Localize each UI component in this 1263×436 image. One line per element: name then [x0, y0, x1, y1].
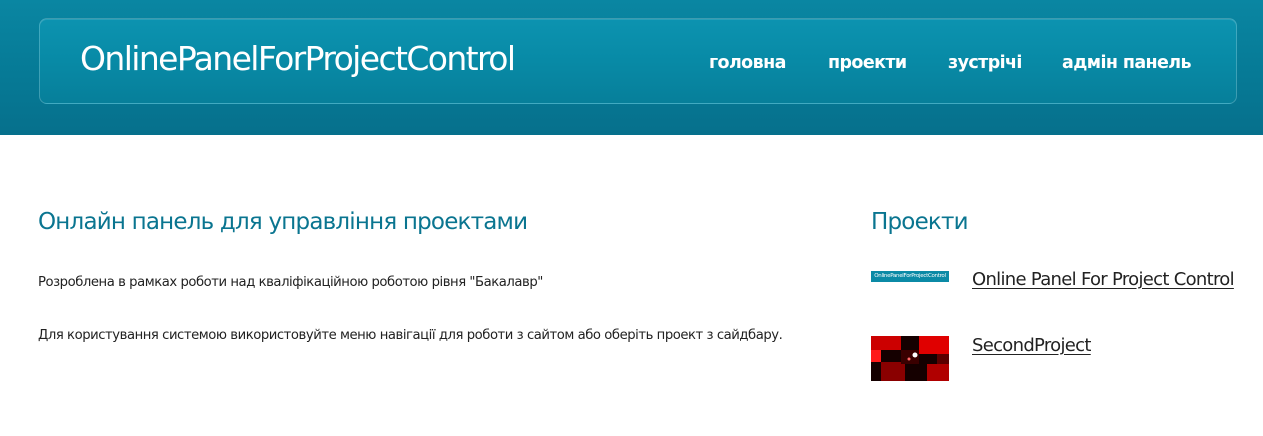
project-item[interactable]: OnlinePanelForProjectControl Online Pane… [871, 267, 1235, 315]
intro-paragraph: Розроблена в рамках роботи над кваліфіка… [38, 275, 543, 290]
usage-paragraph: Для користування системою використовуйте… [38, 328, 783, 343]
main-content: Онлайн панель для управління проектами Р… [38, 205, 798, 343]
nav-item-projects[interactable]: проекти [828, 51, 907, 75]
project-link[interactable]: SecondProject [972, 333, 1091, 359]
thumbnail-image [871, 336, 949, 381]
page-title: Онлайн панель для управління проектами [38, 209, 528, 235]
project-item[interactable]: SecondProject [871, 333, 1231, 381]
site-header: OnlinePanelForProjectControl головна про… [0, 0, 1263, 135]
projects-sidebar: Проекти OnlinePanelForProjectControl Onl… [871, 205, 1235, 381]
sidebar-title: Проекти [871, 209, 969, 235]
header-panel: OnlinePanelForProjectControl головна про… [39, 18, 1237, 104]
nav-item-admin-panel[interactable]: адмін панель [1062, 51, 1192, 75]
main-nav: головна проекти зустрічі адмін панель [40, 51, 1236, 75]
nav-item-home[interactable]: головна [709, 51, 786, 75]
nav-item-meetings[interactable]: зустрічі [948, 51, 1022, 75]
project-thumbnail[interactable]: OnlinePanelForProjectControl [871, 271, 949, 282]
project-thumbnail[interactable] [871, 336, 949, 381]
project-link[interactable]: Online Panel For Project Control [972, 267, 1235, 293]
